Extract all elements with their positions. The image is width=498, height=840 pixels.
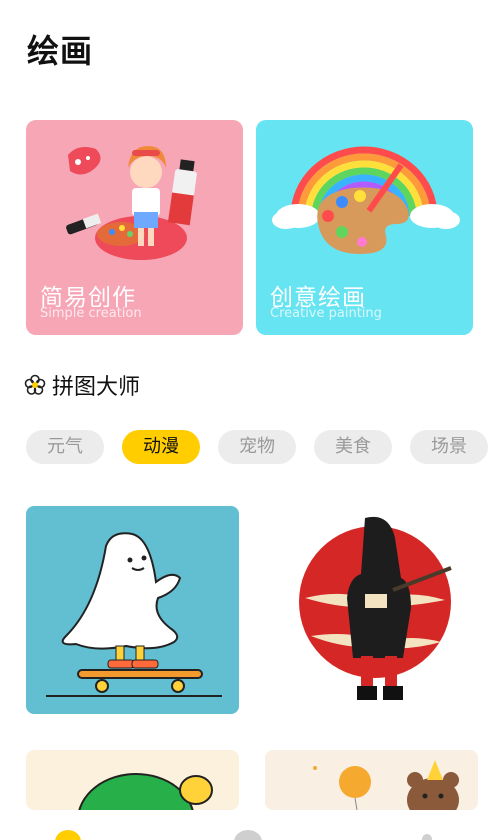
simple-creation-card[interactable]: 简易创作 Simple creation — [26, 120, 243, 335]
category-chip[interactable]: 美食 — [314, 430, 392, 464]
puzzle-tile[interactable] — [265, 750, 478, 810]
category-chip[interactable]: 元气 — [26, 430, 104, 464]
page-title: 绘画 — [27, 32, 94, 70]
puzzle-tile[interactable] — [26, 506, 239, 714]
puzzle-section-header: 拼图大师 — [24, 370, 140, 400]
category-chip-active[interactable]: 动漫 — [122, 430, 200, 464]
card-subtitle: Simple creation — [40, 306, 142, 321]
bottom-tab-bar — [0, 812, 498, 840]
green-blob-illustration — [78, 773, 213, 810]
puzzle-tile[interactable] — [26, 750, 239, 810]
paint-icon[interactable] — [233, 830, 263, 840]
category-chip[interactable]: 场景 — [410, 430, 488, 464]
samurai-guitar-illustration — [299, 516, 452, 700]
ghost-skateboard-illustration — [46, 532, 222, 697]
puzzle-tile[interactable] — [265, 506, 478, 714]
flower-icon — [24, 374, 46, 395]
home-icon[interactable] — [54, 830, 82, 840]
card-subtitle: Creative painting — [270, 306, 382, 321]
profile-icon[interactable] — [420, 830, 434, 840]
creative-painting-card[interactable]: 创意绘画 Creative painting — [256, 120, 473, 335]
section-title: 拼图大师 — [52, 375, 141, 400]
bear-balloon-illustration — [313, 760, 459, 810]
category-chip[interactable]: 宠物 — [218, 430, 296, 464]
